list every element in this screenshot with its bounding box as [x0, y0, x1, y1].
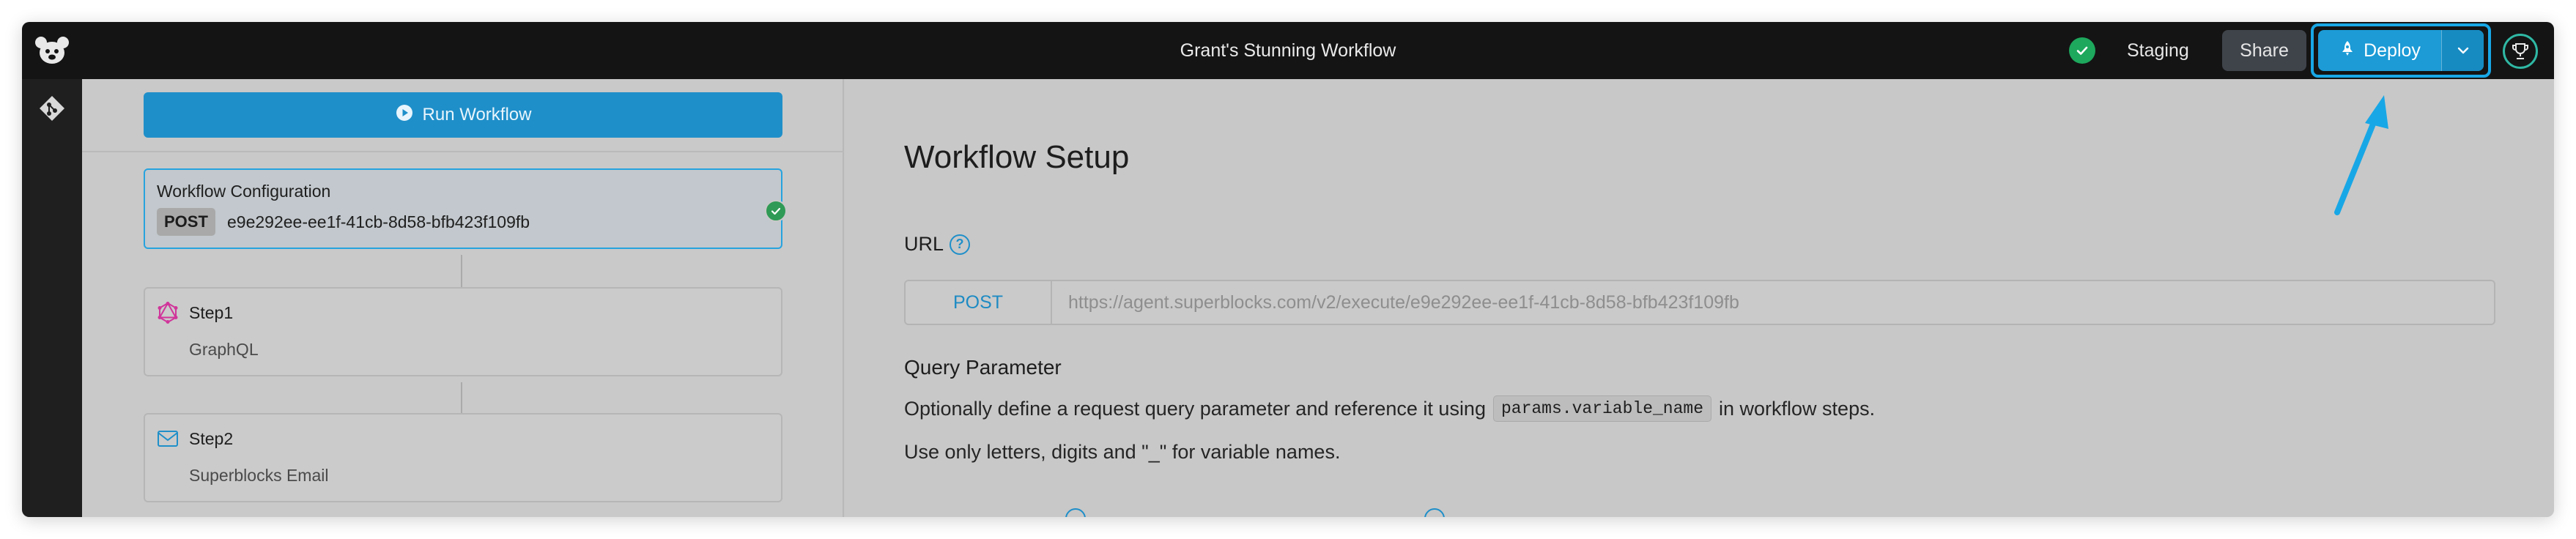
node-title: Step1 [189, 303, 234, 322]
workflow-setup-panel: Workflow Setup URL ? POST https://agent.… [845, 79, 2554, 517]
chevron-down-icon[interactable] [2441, 30, 2484, 71]
url-label: URL ? [904, 233, 971, 256]
help-icon[interactable] [1065, 508, 1086, 517]
node-title: Step2 [189, 429, 234, 448]
annotation-arrow [2334, 95, 2388, 215]
step-success-check-icon [765, 200, 787, 222]
help-icon[interactable] [1424, 508, 1445, 517]
method-badge: POST [157, 208, 215, 236]
deploy-button[interactable]: Deploy [2318, 30, 2441, 71]
rocket-icon [2339, 40, 2356, 62]
step-connector [461, 255, 462, 290]
divider [82, 151, 844, 152]
help-icon[interactable]: ? [950, 234, 971, 255]
environment-selector[interactable]: Staging [2127, 22, 2189, 79]
run-workflow-button[interactable]: Run Workflow [144, 92, 782, 138]
step1-node[interactable]: Step1 GraphQL [144, 287, 782, 376]
query-parameter-description: Optionally define a request query parame… [904, 395, 1875, 422]
trophy-icon[interactable] [2503, 34, 2538, 69]
qp-text-before: Optionally define a request query parame… [904, 397, 1486, 420]
qp-text-after: in workflow steps. [1719, 397, 1876, 420]
left-rail [22, 79, 82, 517]
top-bar: Grant's Stunning Workflow Staging Share … [22, 22, 2554, 79]
envelope-icon [157, 429, 179, 452]
git-branch-icon[interactable] [34, 91, 70, 126]
play-circle-icon [395, 103, 414, 127]
url-method: POST [906, 281, 1052, 324]
check-circle-icon [2069, 37, 2095, 64]
url-field[interactable]: POST https://agent.superblocks.com/v2/ex… [904, 280, 2495, 325]
step2-node[interactable]: Step2 Superblocks Email [144, 413, 782, 502]
step-connector [461, 382, 462, 415]
workflow-configuration-node[interactable]: Workflow Configuration POST e9e292ee-ee1… [144, 168, 782, 249]
graphql-icon [157, 301, 179, 327]
node-title: Workflow Configuration [157, 182, 331, 201]
node-subtitle: GraphQL [189, 340, 259, 359]
deploy-label: Deploy [2364, 40, 2421, 61]
url-label-text: URL [904, 233, 944, 255]
query-parameter-title: Query Parameter [904, 356, 1062, 379]
run-workflow-label: Run Workflow [422, 105, 532, 124]
workflow-steps-panel: Run Workflow Workflow Configuration POST… [82, 79, 844, 517]
qp-code: params.variable_name [1492, 395, 1712, 422]
workflow-id: e9e292ee-ee1f-41cb-8d58-bfb423f109fb [227, 212, 530, 231]
node-subtitle: Superblocks Email [189, 466, 329, 485]
variable-name-hint: Use only letters, digits and "_" for var… [904, 441, 1341, 463]
share-button[interactable]: Share [2222, 30, 2306, 71]
deploy-button-group: Deploy [2318, 30, 2484, 71]
app-window: Grant's Stunning Workflow Staging Share … [22, 22, 2554, 517]
url-value[interactable]: https://agent.superblocks.com/v2/execute… [1068, 281, 1739, 324]
page-title: Workflow Setup [904, 139, 1130, 175]
